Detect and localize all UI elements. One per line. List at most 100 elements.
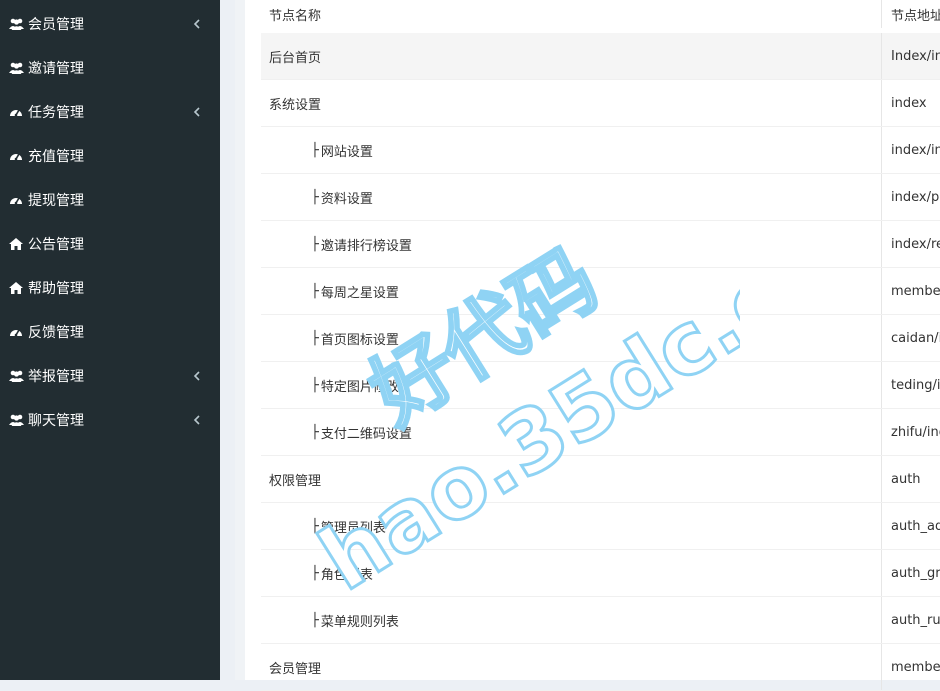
home-icon <box>8 238 24 250</box>
chevron-left-icon <box>193 414 201 426</box>
header-node-name: 节点名称 <box>269 8 322 24</box>
sidebar-item-label: 反馈管理 <box>28 325 84 341</box>
node-name-cell: ├ 首页图标设置 <box>311 315 399 361</box>
node-name-cell: ├ 资料设置 <box>311 174 373 220</box>
node-name-cell: 会员管理 <box>269 644 321 690</box>
node-name: 每周之星设置 <box>320 285 399 301</box>
table-header: 节点名称 节点地址 <box>261 0 940 28</box>
node-address: index/pr <box>881 174 940 220</box>
node-name: 菜单规则列表 <box>320 614 399 630</box>
sidebar-item-label: 任务管理 <box>28 105 84 121</box>
node-address: index <box>881 80 940 126</box>
sidebar-item-label: 聊天管理 <box>28 413 84 429</box>
node-name-cell: ├ 管理员列表 <box>311 503 386 549</box>
node-name-cell: 后台首页 <box>269 33 321 79</box>
node-address: auth_group <box>881 550 940 596</box>
tree-branch: ├ <box>311 142 319 158</box>
sidebar-item-label: 邀请管理 <box>28 61 84 77</box>
dashboard-icon <box>8 106 24 118</box>
node-name: 管理员列表 <box>320 520 386 536</box>
sidebar-item-5[interactable]: 公告管理 <box>0 222 220 266</box>
node-name: 网站设置 <box>320 144 373 160</box>
users-icon <box>8 370 24 382</box>
table-row: ├角色列表 auth_group <box>261 550 940 597</box>
node-name-cell: ├ 特定图片修改 <box>311 362 399 408</box>
tree-branch: ├ <box>311 236 319 252</box>
sidebar-item-4[interactable]: 提现管理 <box>0 178 220 222</box>
sidebar-item-0[interactable]: 会员管理 <box>0 2 220 46</box>
node-name-cell: 权限管理 <box>269 456 321 502</box>
node-address: member <box>881 268 940 314</box>
node-name: 角色列表 <box>320 567 373 583</box>
content-gutter <box>220 0 235 680</box>
users-icon <box>8 18 24 30</box>
users-icon <box>8 414 24 426</box>
node-name: 首页图标设置 <box>320 332 399 348</box>
chevron-left-icon <box>193 106 201 118</box>
table-row: ├支付二维码设置 zhifu/index <box>261 409 940 456</box>
sidebar-item-label: 举报管理 <box>28 369 84 385</box>
sidebar-item-label: 会员管理 <box>28 17 84 33</box>
sidebar-item-label: 帮助管理 <box>28 281 84 297</box>
node-address: auth <box>881 456 940 502</box>
table-row: ├管理员列表 auth_admin <box>261 503 940 550</box>
tree-branch: ├ <box>311 424 319 440</box>
table-row: ├ 邀请排行榜设置 index/re <box>261 221 940 268</box>
tree-branch: ├ <box>311 612 319 628</box>
node-name: 系统设置 <box>269 97 322 113</box>
dashboard-icon <box>8 326 24 338</box>
sidebar-item-8[interactable]: 举报管理 <box>0 354 220 398</box>
table-row: ├首页图标设置 caidan/index <box>261 315 940 362</box>
tree-branch: ├ <box>311 565 319 581</box>
node-name-cell: ├ 每周之星设置 <box>311 268 399 314</box>
node-name: 邀请排行榜设置 <box>320 238 412 254</box>
sidebar-item-label: 公告管理 <box>28 237 84 253</box>
header-node-address: 节点地址 <box>881 0 940 28</box>
tree-branch: ├ <box>311 518 319 534</box>
node-name-cell: ├ 邀请排行榜设置 <box>311 221 412 267</box>
table-row: ├菜单规则列表 auth_rule <box>261 597 940 644</box>
sidebar-item-7[interactable]: 反馈管理 <box>0 310 220 354</box>
tree-branch: ├ <box>311 189 319 205</box>
table-row: ├网站设置 index/index <box>261 127 940 174</box>
table-row: 权限管理 auth <box>261 456 940 503</box>
sidebar-item-9[interactable]: 聊天管理 <box>0 398 220 442</box>
node-address: auth_admin <box>881 503 940 549</box>
node-address: member <box>881 644 940 690</box>
home-icon <box>8 282 24 294</box>
node-name: 权限管理 <box>269 473 322 489</box>
tree-branch: ├ <box>311 377 319 393</box>
sidebar-item-label: 充值管理 <box>28 149 84 165</box>
chevron-left-icon <box>193 18 201 30</box>
tree-branch: ├ <box>311 283 319 299</box>
tree-branch: ├ <box>311 330 319 346</box>
node-name-cell: ├ 角色列表 <box>311 550 373 596</box>
node-name-cell: ├ 菜单规则列表 <box>311 597 399 643</box>
sidebar-item-3[interactable]: 充值管理 <box>0 134 220 178</box>
sidebar-item-2[interactable]: 任务管理 <box>0 90 220 134</box>
users-icon <box>8 62 24 74</box>
table-row: ├ 资料设置 index/pr <box>261 174 940 221</box>
node-address: Index/index <box>881 33 940 79</box>
sidebar: 会员管理邀请管理任务管理充值管理提现管理公告管理帮助管理反馈管理举报管理聊天管理 <box>0 0 220 680</box>
table-row: 系统设置 index <box>261 80 940 127</box>
node-name: 后台首页 <box>269 50 322 66</box>
node-name-cell: ├ 支付二维码设置 <box>311 409 412 455</box>
node-address: index/re <box>881 221 940 267</box>
node-address: index/index <box>881 127 940 173</box>
sidebar-item-1[interactable]: 邀请管理 <box>0 46 220 90</box>
table-row: 后台首页 Index/index <box>261 33 940 80</box>
table-row: ├每周之星设置 member <box>261 268 940 315</box>
dashboard-icon <box>8 150 24 162</box>
node-address: auth_rule <box>881 597 940 643</box>
sidebar-item-label: 提现管理 <box>28 193 84 209</box>
table-row: 会员管理 member <box>261 644 940 691</box>
node-address: caidan/index <box>881 315 940 361</box>
node-name: 特定图片修改 <box>320 379 399 395</box>
chevron-left-icon <box>193 370 201 382</box>
node-address: zhifu/index <box>881 409 940 455</box>
node-name: 支付二维码设置 <box>320 426 412 442</box>
node-name-cell: 系统设置 <box>269 80 321 126</box>
sidebar-item-6[interactable]: 帮助管理 <box>0 266 220 310</box>
table-row: ├特定图片修改 teding/index <box>261 362 940 409</box>
